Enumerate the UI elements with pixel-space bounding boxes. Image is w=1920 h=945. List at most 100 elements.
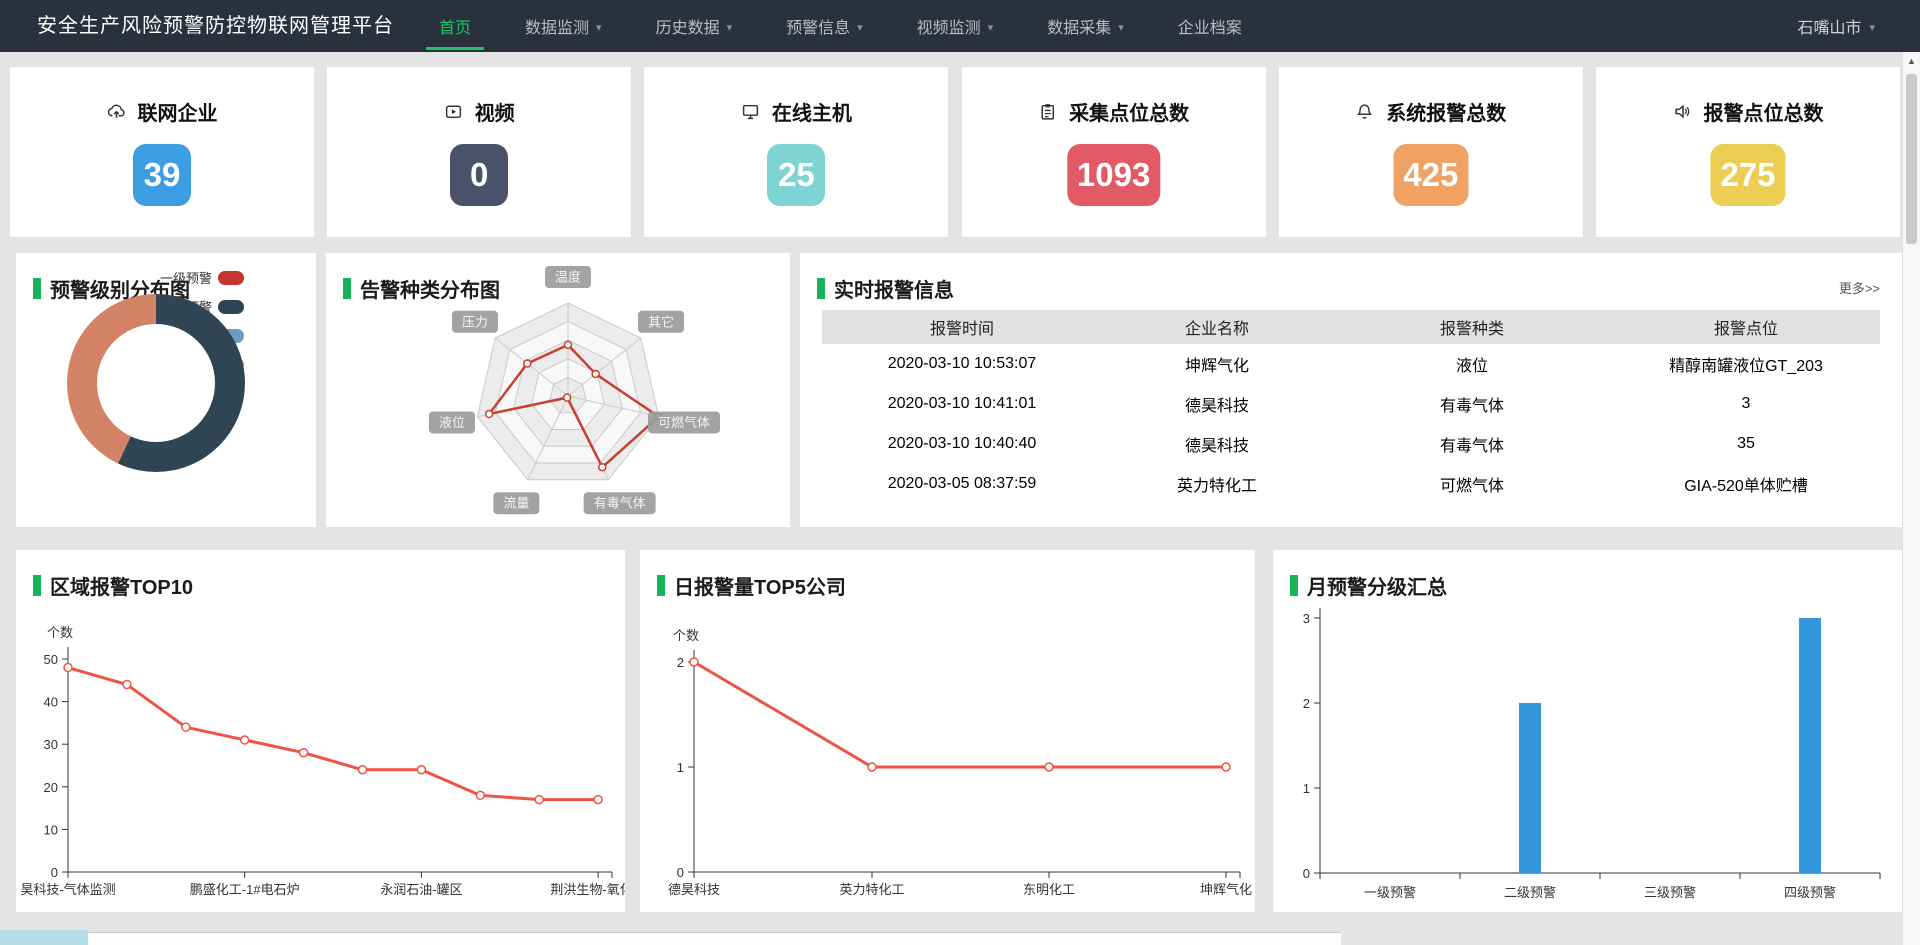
page-scrollbar[interactable]: ▲ (1902, 52, 1920, 945)
realtime-alerts-panel: 实时报警信息 更多>> 报警时间企业名称报警种类报警点位 2020-03-10 … (800, 253, 1902, 527)
panel-title: 实时报警信息 (817, 274, 954, 303)
daily-top5-panel: 日报警量TOP5公司 012个数德昊科技英力特化工东明化工坤辉气化 (640, 550, 1255, 912)
chevron-down-icon: ▾ (1869, 21, 1875, 34)
table-cell: 德昊科技 (1102, 424, 1332, 464)
svg-text:1: 1 (677, 760, 684, 775)
stat-card-header: 联网企业 (10, 97, 314, 126)
alerts-col-header: 报警点位 (1612, 310, 1880, 344)
chevron-down-icon: ▾ (857, 21, 863, 34)
nav-item-label: 历史数据 (656, 14, 720, 38)
svg-text:三级预警: 三级预警 (1644, 885, 1696, 900)
svg-text:10: 10 (44, 822, 58, 837)
nav-item-数据监测[interactable]: 数据监测▾ (498, 0, 629, 52)
alerts-col-header: 企业名称 (1102, 310, 1332, 344)
stat-card-label: 采集点位总数 (1069, 97, 1189, 126)
background-window-sliver (88, 932, 1341, 945)
svg-text:40: 40 (44, 695, 58, 710)
table-cell: 精醇南罐液位GT_203 (1612, 344, 1880, 384)
legend-swatch (218, 300, 244, 314)
nav-item-预警信息[interactable]: 预警信息 ▾ (759, 0, 890, 52)
svg-text:坤辉气化: 坤辉气化 (1200, 882, 1252, 897)
stat-card-value-badge: 425 (1393, 144, 1468, 206)
stat-card-header: 视频 (327, 97, 631, 126)
more-link[interactable]: 更多>> (1839, 278, 1880, 297)
scrollbar-thumb[interactable] (1906, 74, 1917, 244)
stat-card-label: 系统报警总数 (1386, 97, 1506, 126)
region-top10-panel: 区域报警TOP10 01020304050个数昊科技-气体监测鹏盛化工-1#电石… (16, 550, 625, 912)
stat-card-6: 报警点位总数275 (1596, 67, 1900, 237)
nav-item-label: 视频监测 (917, 14, 981, 38)
svg-text:一级预警: 一级预警 (1364, 885, 1416, 900)
table-cell: 德昊科技 (1102, 384, 1332, 424)
clipboard-icon (1038, 102, 1057, 121)
table-row: 2020-03-10 10:41:01德昊科技有毒气体3 (822, 384, 1880, 424)
svg-text:50: 50 (44, 652, 58, 667)
svg-text:个数: 个数 (673, 628, 699, 643)
table-cell: 液位 (1332, 344, 1612, 384)
title-marker-icon (33, 278, 41, 299)
table-cell: 2020-03-10 10:40:40 (822, 424, 1102, 464)
chevron-down-icon: ▾ (1118, 21, 1124, 34)
svg-text:德昊科技: 德昊科技 (668, 882, 720, 897)
svg-text:温度: 温度 (555, 270, 581, 285)
nav-item-首页[interactable]: 首页 (412, 0, 498, 52)
nav-item-企业档案[interactable]: 企业档案 (1151, 0, 1269, 52)
table-cell: 有毒气体 (1332, 424, 1612, 464)
svg-text:英力特化工: 英力特化工 (839, 882, 904, 897)
bell-icon (1355, 102, 1374, 121)
stat-card-value-badge: 0 (450, 144, 508, 206)
radar-axis-label: 液位 (429, 411, 475, 433)
stat-card-3: 在线主机25 (644, 67, 948, 237)
radar-axis-label: 其它 (638, 311, 684, 333)
svg-text:个数: 个数 (47, 625, 73, 640)
svg-text:可燃气体: 可燃气体 (658, 415, 710, 430)
table-row: 2020-03-10 10:53:07坤辉气化液位精醇南罐液位GT_203 (822, 344, 1880, 384)
stat-card-1: 联网企业39 (10, 67, 314, 237)
svg-text:四级预警: 四级预警 (1784, 885, 1836, 900)
nav-item-label: 企业档案 (1178, 14, 1242, 38)
monitor-icon (741, 102, 760, 121)
svg-text:液位: 液位 (439, 415, 465, 430)
scroll-up-icon[interactable]: ▲ (1903, 56, 1920, 66)
title-marker-icon (817, 278, 825, 299)
alerts-table: 报警时间企业名称报警种类报警点位 2020-03-10 10:53:07坤辉气化… (822, 310, 1880, 504)
video-icon (444, 102, 463, 121)
nav-item-label: 数据采集 (1047, 14, 1111, 38)
alerts-table-header: 报警时间企业名称报警种类报警点位 (822, 310, 1880, 344)
stat-card-header: 系统报警总数 (1279, 97, 1583, 126)
stat-card-label: 视频 (475, 97, 515, 126)
chevron-down-icon: ▾ (988, 21, 994, 34)
alerts-col-header: 报警种类 (1332, 310, 1612, 344)
alerts-col-header: 报警时间 (822, 310, 1102, 344)
speaker-icon (1673, 102, 1692, 121)
stat-card-5: 系统报警总数 425 (1279, 67, 1583, 237)
warning-level-panel: 预警级别分布图 一级预警二级预警三级预警四级预警 (16, 253, 316, 527)
region-label: 石嘴山市 (1797, 14, 1861, 38)
stat-card-label: 联网企业 (138, 97, 218, 126)
nav-item-label: 首页 (439, 14, 471, 38)
nav-item-历史数据[interactable]: 历史数据 ▾ (629, 0, 760, 52)
table-cell: 3 (1612, 384, 1880, 424)
top-nav: 安全生产风险预警防控物联网管理平台 首页数据监测▾历史数据▾预警信息▾视频监测▾… (0, 0, 1920, 52)
svg-text:永润石油-罐区: 永润石油-罐区 (380, 882, 462, 897)
region-selector[interactable]: 石嘴山市 ▾ (1797, 0, 1875, 52)
monthly-warning-panel: 月预警分级汇总 0123一级预警二级预警三级预警四级预警 (1273, 550, 1902, 912)
nav-item-视频监测[interactable]: 视频监测 ▾ (890, 0, 1021, 52)
table-row: 2020-03-05 08:37:59英力特化工可燃气体GIA-520单体贮槽 (822, 464, 1880, 504)
warning-level-donut-chart (67, 294, 245, 472)
table-cell: 有毒气体 (1332, 384, 1612, 424)
chevron-down-icon: ▾ (727, 21, 733, 34)
svg-text:20: 20 (44, 780, 58, 795)
radar-axis-label: 流量 (493, 492, 539, 514)
legend-item-一级预警[interactable]: 一级预警 (160, 268, 244, 287)
table-row: 2020-03-10 10:40:40德昊科技有毒气体35 (822, 424, 1880, 464)
svg-text:0: 0 (677, 865, 684, 880)
stat-card-value-badge: 1093 (1067, 144, 1160, 206)
svg-text:二级预警: 二级预警 (1504, 885, 1556, 900)
nav-item-label: 预警信息 (786, 14, 850, 38)
nav-menu: 首页 数据监测▾ 历史数据 ▾ 预警信息 ▾ 视频监测 ▾ 数据采集 ▾ 企业档案 (412, 0, 1269, 52)
svg-text:其它: 其它 (648, 314, 674, 329)
stat-card-4: 采集点位总数 1093 (962, 67, 1266, 237)
nav-item-数据采集[interactable]: 数据采集 ▾ (1020, 0, 1151, 52)
nav-item-label: 数据监测 (525, 14, 589, 38)
